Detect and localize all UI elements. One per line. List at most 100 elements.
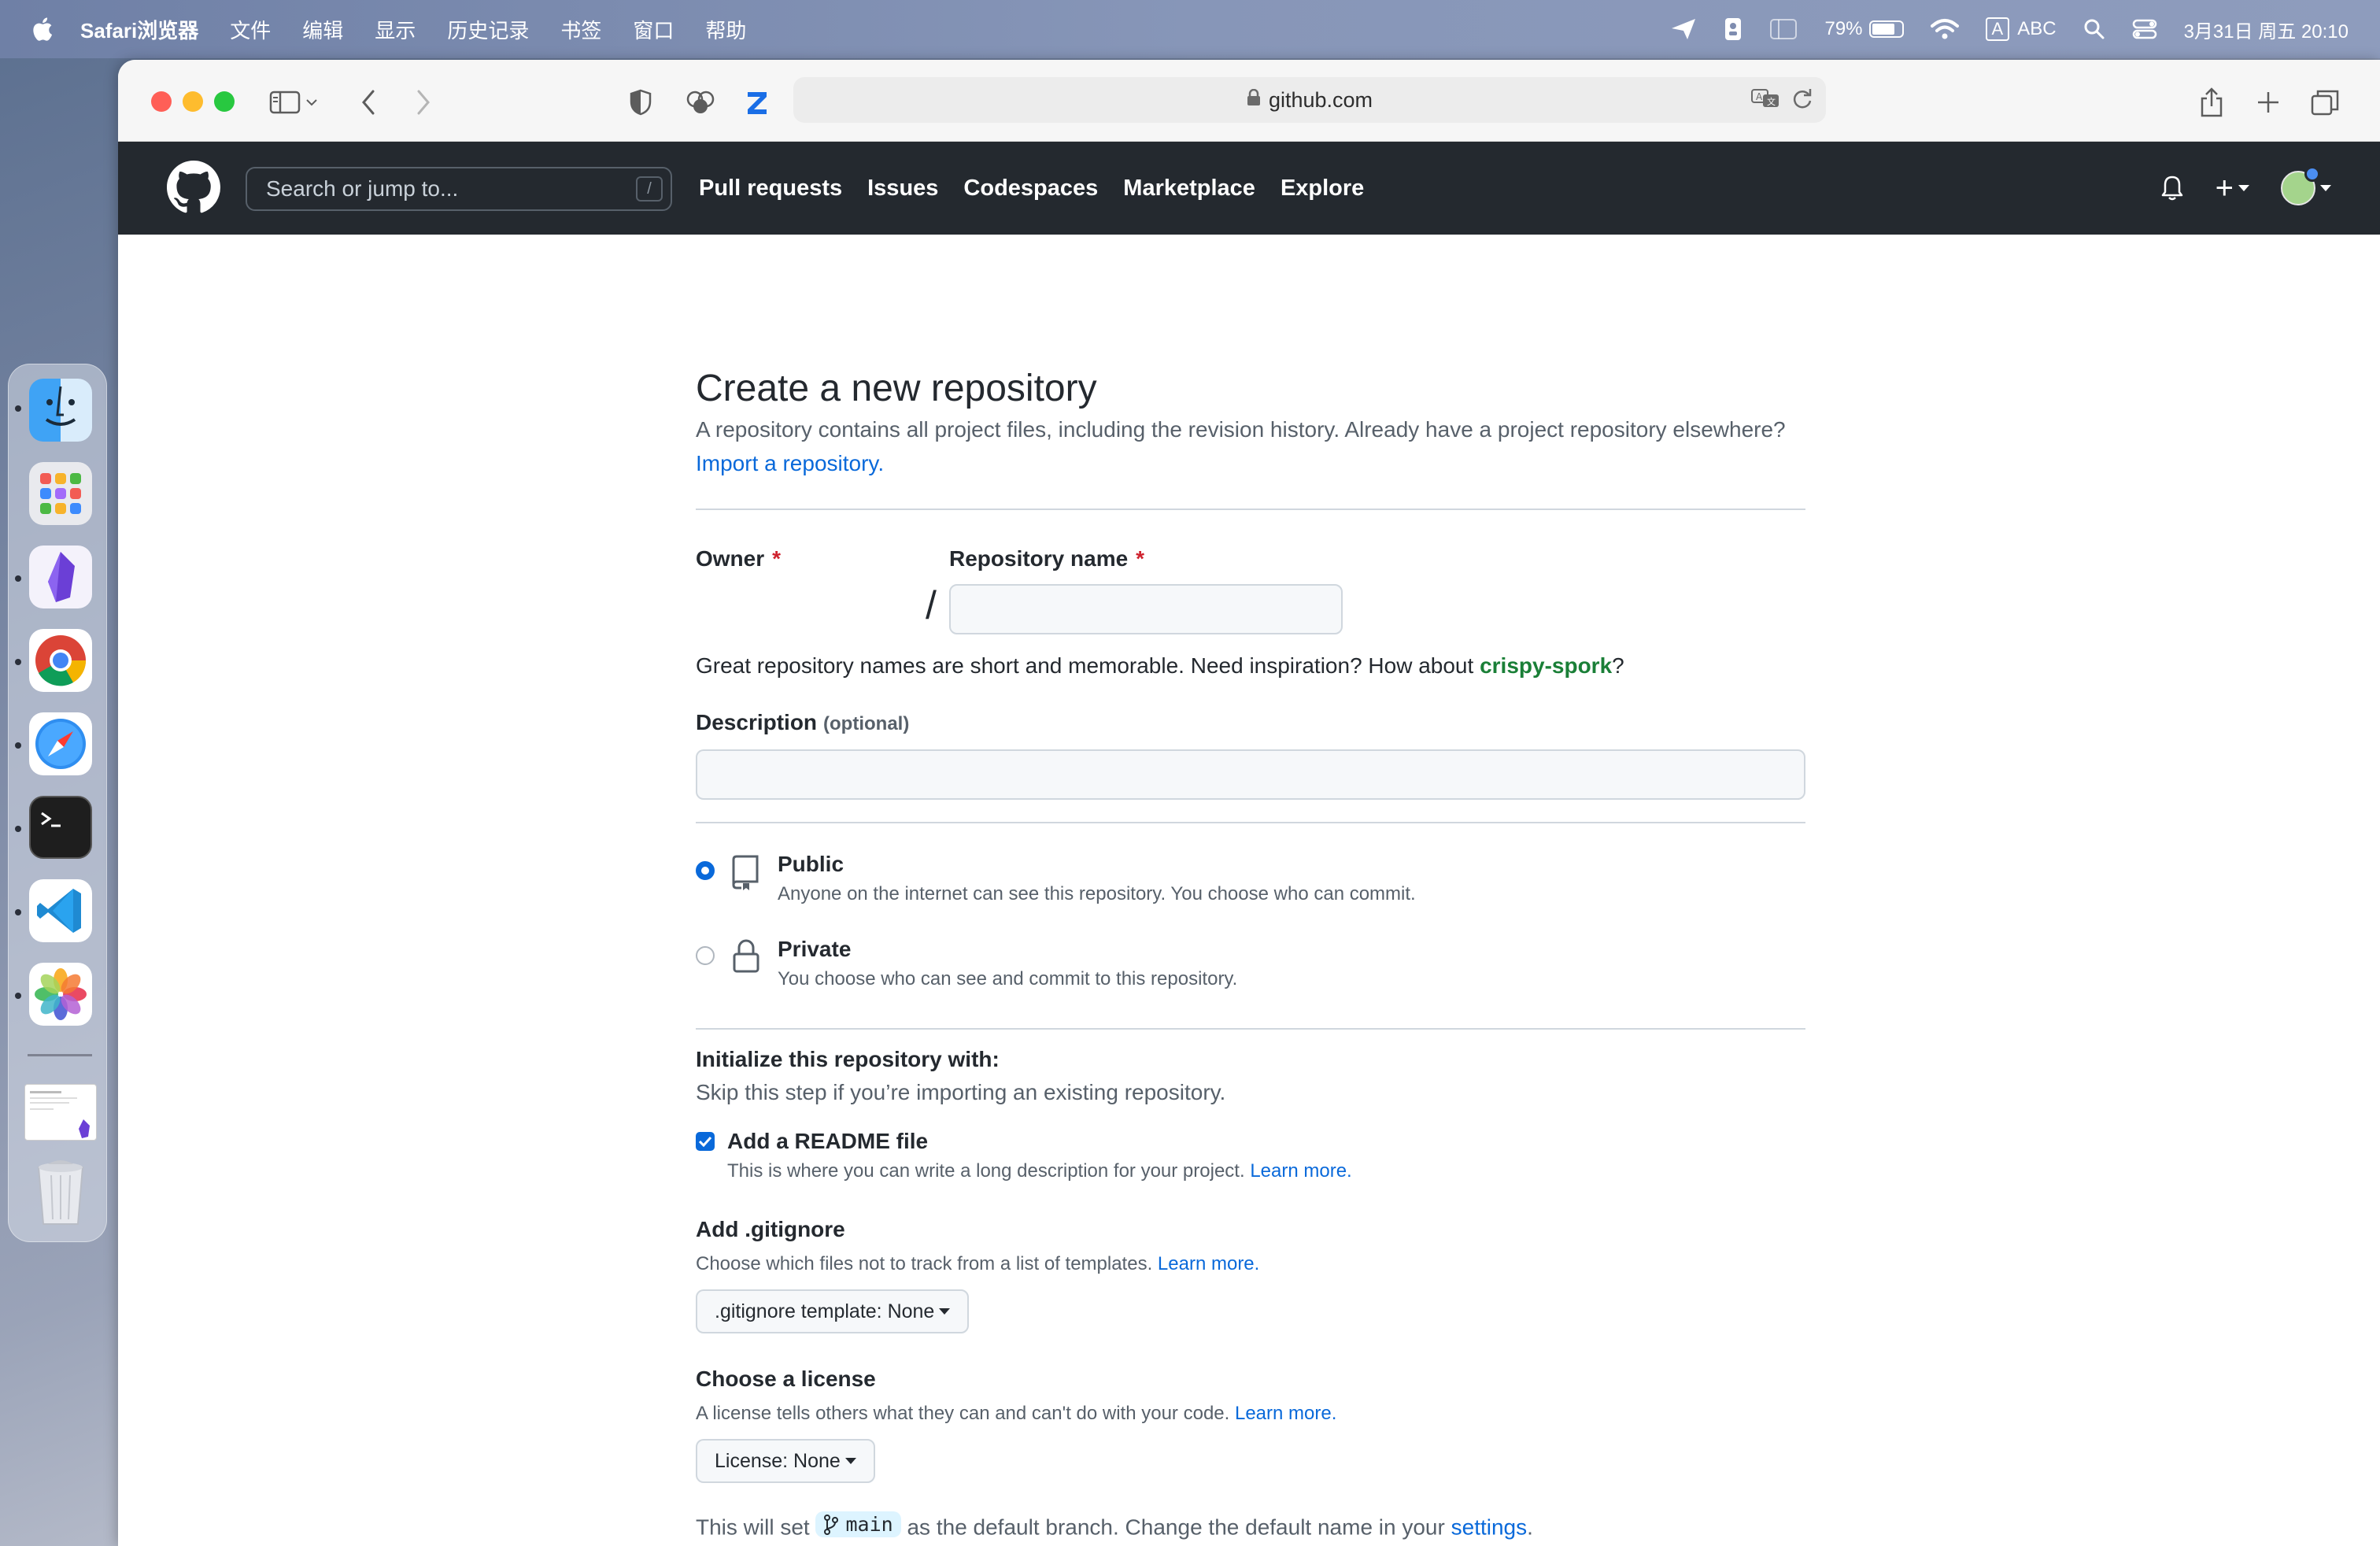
svg-text:A: A <box>1756 91 1763 102</box>
menu-app-name[interactable]: Safari浏览器 <box>80 15 198 44</box>
reload-icon[interactable] <box>1791 87 1813 116</box>
clock[interactable]: 3月31日 周五 20:10 <box>2184 16 2349 43</box>
menu-window[interactable]: 窗口 <box>633 15 674 44</box>
extension-icon[interactable] <box>683 85 718 120</box>
gitignore-learn-more-link[interactable]: Learn more. <box>1158 1253 1259 1274</box>
trash-icon[interactable] <box>29 1156 92 1225</box>
public-radio[interactable] <box>696 861 715 880</box>
address-bar[interactable]: github.com A文 <box>793 77 1826 123</box>
gitignore-template-select[interactable]: .gitignore template: None <box>696 1289 970 1333</box>
share-icon[interactable] <box>2194 85 2229 120</box>
safari-icon[interactable] <box>29 712 92 775</box>
private-option-description: You choose who can see and commit to thi… <box>778 968 1238 989</box>
initialize-title: Initialize this repository with: <box>696 1047 1000 1071</box>
forward-arrow-icon[interactable] <box>406 85 441 120</box>
branch-note-suffix: . <box>1527 1515 1533 1540</box>
private-option-title[interactable]: Private <box>778 937 851 962</box>
license-select[interactable]: License: None <box>696 1439 875 1483</box>
settings-link[interactable]: settings <box>1451 1515 1528 1540</box>
private-radio[interactable] <box>696 946 715 965</box>
readme-checkbox[interactable] <box>696 1132 715 1151</box>
input-method-label: ABC <box>2017 18 2057 39</box>
zotero-icon[interactable] <box>740 85 774 120</box>
description-label: Description (optional) <box>696 710 909 735</box>
minimize-window-button[interactable] <box>183 91 203 112</box>
inspiration-suffix: ? <box>1612 653 1624 678</box>
nav-explore[interactable]: Explore <box>1281 176 1364 202</box>
menu-view[interactable]: 显示 <box>375 15 416 44</box>
running-indicator <box>15 742 21 749</box>
owner-label-text: Owner <box>696 546 765 571</box>
menu-help[interactable]: 帮助 <box>705 15 746 44</box>
launchpad-icon[interactable] <box>29 462 92 525</box>
svg-text:文: 文 <box>1767 96 1776 107</box>
license-learn-more-link[interactable]: Learn more. <box>1235 1403 1336 1424</box>
back-arrow-icon[interactable] <box>351 85 386 120</box>
translate-icon[interactable]: A文 <box>1750 87 1780 116</box>
name-inspiration-hint: Great repository names are short and mem… <box>696 653 1624 679</box>
control-center-icon[interactable] <box>2132 18 2157 40</box>
tab-group-chevron-icon[interactable] <box>302 85 321 120</box>
public-option-title[interactable]: Public <box>778 852 844 877</box>
description-input[interactable] <box>696 749 1805 800</box>
running-indicator <box>15 405 21 412</box>
repository-name-input[interactable] <box>949 584 1343 634</box>
obsidian-icon[interactable] <box>29 546 92 608</box>
readme-learn-more-link[interactable]: Learn more. <box>1250 1160 1351 1182</box>
privacy-shield-icon[interactable] <box>623 85 658 120</box>
menu-file[interactable]: 文件 <box>230 15 271 44</box>
tab-overview-icon[interactable] <box>2308 85 2342 120</box>
running-indicator <box>15 575 21 582</box>
close-window-button[interactable] <box>151 91 172 112</box>
menu-bookmarks[interactable]: 书签 <box>560 15 601 44</box>
safari-window: github.com A文 Search or jump to... / Pul… <box>118 60 2380 1546</box>
wifi-icon[interactable] <box>1930 18 1959 40</box>
spotlight-search-icon[interactable] <box>2083 18 2105 40</box>
repo-name-label-text: Repository name <box>949 546 1129 571</box>
id-card-icon[interactable] <box>1724 17 1743 42</box>
divider <box>696 1028 1805 1030</box>
initialize-subtitle: Skip this step if you’re importing an ex… <box>696 1080 1226 1104</box>
suggested-name-link[interactable]: crispy-spork <box>1480 653 1612 678</box>
import-repository-link[interactable]: Import a repository. <box>696 451 884 475</box>
minimized-window-thumbnail[interactable] <box>24 1084 97 1141</box>
apple-icon[interactable] <box>30 16 54 43</box>
user-menu-dropdown[interactable] <box>2281 166 2331 205</box>
divider <box>696 822 1805 823</box>
finder-icon[interactable] <box>29 379 92 442</box>
required-mark: * <box>772 546 782 571</box>
notifications-bell-icon[interactable] <box>2160 175 2184 202</box>
vscode-icon[interactable] <box>29 879 92 942</box>
owner-label: Owner * <box>696 546 781 571</box>
nav-issues[interactable]: Issues <box>867 176 938 202</box>
terminal-icon[interactable] <box>29 796 92 859</box>
location-arrow-icon[interactable] <box>1670 17 1697 41</box>
sidebar-window-icon[interactable] <box>1769 18 1798 40</box>
safari-toolbar: github.com A文 <box>118 60 2380 142</box>
github-primary-nav: Pull requests Issues Codespaces Marketpl… <box>699 142 1364 235</box>
menu-history[interactable]: 历史记录 <box>447 15 529 44</box>
chrome-icon[interactable] <box>29 629 92 692</box>
battery-indicator[interactable]: 79% <box>1824 18 1904 40</box>
photos-icon[interactable] <box>29 963 92 1026</box>
divider <box>696 509 1805 510</box>
create-new-dropdown[interactable]: + <box>2216 172 2249 204</box>
gitignore-description-text: Choose which files not to track from a l… <box>696 1253 1153 1274</box>
battery-percent: 79% <box>1824 18 1863 39</box>
branch-note-prefix: This will set <box>696 1515 810 1540</box>
branch-note-middle: as the default branch. Change the defaul… <box>907 1515 1445 1540</box>
sidebar-toggle-icon[interactable] <box>268 85 302 120</box>
nav-pull-requests[interactable]: Pull requests <box>699 176 842 202</box>
github-logo-icon[interactable] <box>167 161 220 214</box>
zoom-window-button[interactable] <box>214 91 235 112</box>
branch-name: main <box>845 1513 893 1536</box>
caret-down-icon <box>939 1308 951 1315</box>
new-tab-icon[interactable] <box>2251 85 2286 120</box>
nav-marketplace[interactable]: Marketplace <box>1123 176 1255 202</box>
nav-codespaces[interactable]: Codespaces <box>963 176 1098 202</box>
menu-edit[interactable]: 编辑 <box>302 15 343 44</box>
caret-down-icon <box>2238 185 2249 191</box>
readme-label[interactable]: Add a README file <box>727 1129 928 1154</box>
input-method[interactable]: A ABC <box>1985 17 2057 41</box>
github-search-input[interactable]: Search or jump to... / <box>246 167 672 211</box>
